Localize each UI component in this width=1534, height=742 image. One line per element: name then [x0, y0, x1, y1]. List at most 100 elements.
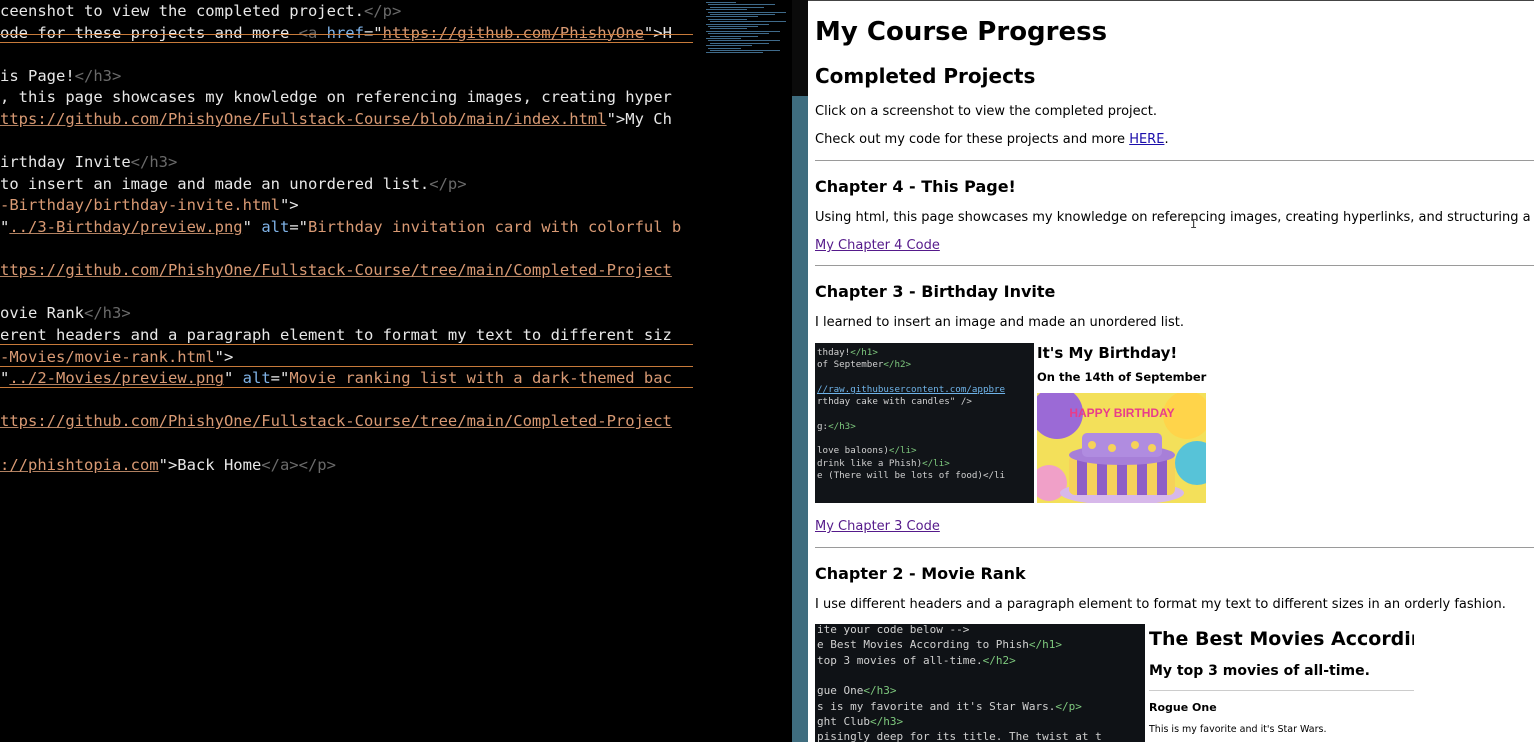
code-line[interactable]: "../2-Movies/preview.png" alt="Movie ran… [0, 367, 672, 389]
chapter-4-code-link[interactable]: My Chapter 4 Code [815, 238, 940, 253]
code-line[interactable]: ovie Rank</h3> [0, 302, 131, 324]
preview-code-line: e Best Movies According to Phish</h1> [817, 638, 1063, 652]
code-editor[interactable]: ceenshot to view the completed project.<… [0, 0, 700, 742]
preview-code-line: drink like a Phish)</li> [817, 457, 950, 469]
preview-code-line: ght Club</h3> [817, 714, 904, 728]
code-token: ://phishtopia.com [0, 455, 159, 474]
code-token: </p> [429, 174, 467, 193]
code-line[interactable]: ttps://github.com/PhishyOne/Fullstack-Co… [0, 410, 672, 432]
here-link[interactable]: HERE [1129, 132, 1164, 147]
preview-code-line: of September</h2> [817, 359, 912, 371]
preview-code-line: top 3 movies of all-time.</h2> [817, 653, 1016, 667]
code-line[interactable]: ://phishtopia.com">Back Home</a></p> [0, 454, 336, 476]
chapter-4-description: Using html, this page showcases my knowl… [815, 210, 1534, 225]
code-token: </h3> [130, 153, 178, 172]
movies-render-preview: The Best Movies Accordin My top 3 movies… [1145, 624, 1414, 742]
code-line[interactable]: ttps://github.com/PhishyOne/Fullstack-Co… [0, 108, 672, 130]
divider [815, 160, 1534, 161]
code-token: is Page! [0, 66, 75, 85]
movies-code-preview: ite your code below --> e Best Movies Acc… [815, 624, 1145, 742]
birthday-preview-subtitle: On the 14th of September [1037, 370, 1207, 384]
code-token: "> [214, 347, 234, 366]
code-line[interactable]: , this page showcases my knowledge on re… [0, 86, 672, 108]
highlight-underline [0, 34, 693, 35]
code-link-line: Check out my code for these projects and… [815, 132, 1169, 147]
code-token: https://github.com/PhishyOne [382, 23, 644, 42]
code-token: =" [270, 369, 290, 388]
code-token: </a></p> [261, 455, 336, 474]
code-line[interactable]: -Birthday/birthday-invite.html"> [0, 194, 299, 216]
code-token: ">H [643, 23, 672, 42]
code-token: ">Back Home [158, 455, 262, 474]
code-link-prefix: Check out my code for these projects and… [815, 132, 1130, 147]
highlight-underline [0, 365, 693, 367]
code-line[interactable]: ttps://github.com/PhishyOne/Fullstack-Co… [0, 259, 672, 281]
divider [815, 547, 1534, 548]
minimap-line [710, 14, 775, 15]
code-line[interactable]: ceenshot to view the completed project.<… [0, 0, 401, 22]
chapter-2-description: I use different headers and a paragraph … [815, 597, 1506, 612]
preview-code-line: e (There will be lots of food)</li [817, 470, 1006, 481]
preview-code-line: pisingly deep for its title. The twist a… [817, 730, 1102, 742]
chapter-3-heading: Chapter 3 - Birthday Invite [815, 282, 1056, 301]
chapter-4-heading: Chapter 4 - This Page! [815, 177, 1016, 196]
chapter-3-code-link[interactable]: My Chapter 3 Code [815, 519, 940, 534]
code-token: , this page showcases my knowledge on re… [0, 88, 672, 107]
page-title: My Course Progress [815, 17, 1108, 47]
code-line[interactable]: irthday Invite</h3> [0, 151, 177, 173]
minimap-line [710, 6, 764, 8]
code-token: " [0, 218, 10, 236]
code-token: <a [298, 23, 327, 42]
minimap-line [706, 9, 747, 11]
chapter-2-heading: Chapter 2 - Movie Rank [815, 564, 1026, 583]
code-token: erent headers and a paragraph element to… [0, 326, 672, 344]
code-token: ../2-Movies/preview.png [9, 369, 224, 388]
code-token: ../3-Birthday/preview.png [9, 218, 243, 236]
code-token: ">My Ch [606, 110, 672, 128]
minimap-line [710, 42, 769, 44]
movies-preview-p: This is my favorite and it's Star Wars. [1149, 724, 1327, 735]
minimap-line [706, 45, 752, 47]
minimap-line [708, 40, 780, 42]
minimap-line [706, 52, 763, 54]
code-token: href [326, 23, 364, 42]
code-line[interactable]: is Page!</h3> [0, 65, 121, 87]
code-line[interactable]: ode for these projects and more <a href=… [0, 22, 672, 44]
code-token: ttps://github.com/PhishyOne/Fullstack-Co… [0, 412, 672, 431]
minimap-line [710, 21, 786, 23]
minimap-line [708, 18, 747, 20]
code-line[interactable]: to insert an image and made an unordered… [0, 173, 467, 195]
intro-text: Click on a screenshot to view the comple… [815, 104, 1158, 119]
code-token: ovie Rank [0, 304, 84, 323]
code-token: alt [261, 218, 290, 236]
minimap-line [706, 30, 780, 32]
movies-preview-title: The Best Movies Accordin [1149, 628, 1414, 650]
code-token: </h3> [84, 304, 131, 323]
preview-code-line: rthday cake with candles" /> [817, 396, 972, 408]
preview-code-line: //raw.githubusercontent.com/appbre [817, 383, 1006, 395]
code-token: =" [289, 218, 308, 236]
birthday-preview-title: It's My Birthday! [1037, 344, 1178, 362]
code-line[interactable]: erent headers and a paragraph element to… [0, 324, 672, 346]
minimap-line [706, 16, 758, 18]
code-token: </h3> [74, 66, 122, 85]
minimap-line [708, 4, 775, 6]
minimap-line [706, 38, 741, 39]
preview-code-line: s is my favorite and it's Star Wars.</p> [817, 699, 1082, 713]
code-line[interactable]: "../3-Birthday/preview.png" alt="Birthda… [0, 216, 681, 238]
cake-topper-text: HAPPY BIRTHDAY [1069, 406, 1174, 420]
minimap-line [710, 50, 780, 51]
minimap-line [710, 28, 747, 30]
divider [815, 265, 1534, 266]
code-token: =" [363, 23, 383, 42]
code-token: " [242, 218, 262, 236]
code-token: Birthday invitation card with colorful b [307, 218, 682, 236]
minimap-line [708, 11, 786, 13]
text-cursor-icon: I [1190, 218, 1197, 231]
editor-minimap[interactable] [700, 0, 792, 60]
code-token: </p> [363, 2, 402, 20]
code-token: alt [242, 369, 271, 388]
highlight-underline [0, 344, 693, 345]
code-line[interactable]: -Movies/movie-rank.html"> [0, 346, 233, 368]
editor-scrollbar-thumb[interactable] [792, 96, 808, 742]
